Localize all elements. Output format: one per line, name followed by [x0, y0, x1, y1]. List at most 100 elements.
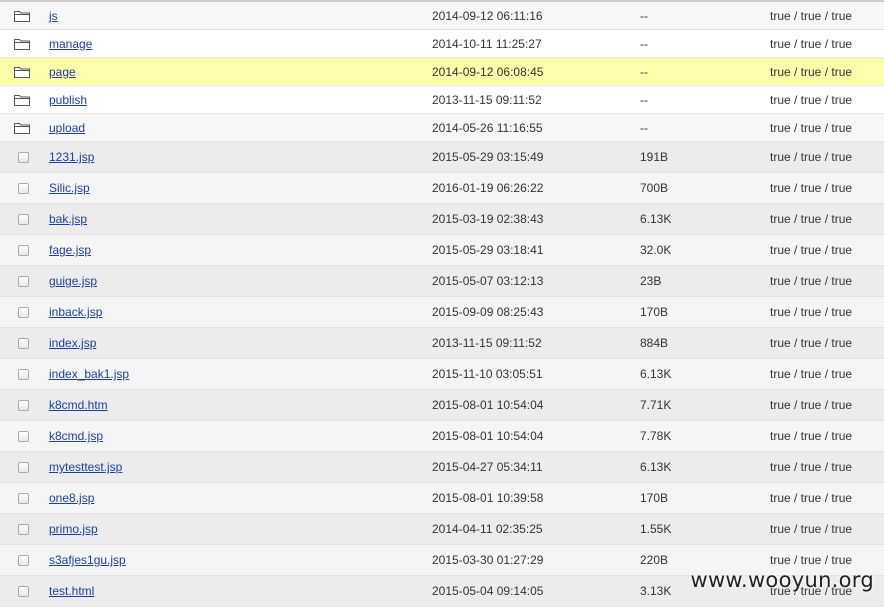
name-cell: manage: [49, 30, 92, 57]
file-link[interactable]: primo.jsp: [49, 522, 98, 536]
folder-row[interactable]: publish 2013-11-15 09:11:52 -- true / true …: [0, 86, 884, 114]
folder-row[interactable]: manage 2014-10-11 11:25:27 -- true / true /…: [0, 30, 884, 58]
checkbox-icon[interactable]: [18, 430, 29, 442]
file-link[interactable]: k8cmd.jsp: [49, 429, 103, 443]
file-row[interactable]: Silic.jsp 2016-01-19 06:26:22 700B true / t…: [0, 173, 884, 204]
file-row[interactable]: inback.jsp 2015-09-09 08:25:43 170B true / …: [0, 297, 884, 328]
modified-time: 2015-03-19 02:38:43: [432, 212, 544, 226]
folder-row[interactable]: js 2014-09-12 06:11:16 -- true / true / tru…: [0, 2, 884, 30]
select-checkbox[interactable]: [14, 173, 34, 203]
file-link[interactable]: Silic.jsp: [49, 181, 90, 195]
name-cell: publish: [49, 86, 87, 113]
permissions: true / true / true: [770, 150, 853, 164]
permissions: true / true / true: [770, 460, 853, 474]
permissions: true / true / true: [770, 398, 853, 412]
select-checkbox[interactable]: [14, 235, 34, 265]
select-checkbox[interactable]: [14, 483, 34, 513]
file-row[interactable]: index.jsp 2013-11-15 09:11:52 884B true / t…: [0, 328, 884, 359]
folder-icon: [14, 86, 34, 113]
file-row[interactable]: one8.jsp 2015-08-01 10:39:58 170B true / tr…: [0, 483, 884, 514]
select-checkbox[interactable]: [14, 576, 34, 606]
name-cell: k8cmd.jsp: [49, 421, 103, 451]
select-checkbox[interactable]: [14, 452, 34, 482]
checkbox-icon[interactable]: [18, 151, 29, 163]
modified-time: 2015-08-01 10:54:04: [432, 429, 544, 443]
checkbox-icon[interactable]: [18, 244, 29, 256]
file-row[interactable]: guige.jsp 2015-05-07 03:12:13 23B true / tr…: [0, 266, 884, 297]
checkbox-icon[interactable]: [18, 306, 29, 318]
select-checkbox[interactable]: [14, 545, 34, 575]
select-checkbox[interactable]: [14, 359, 34, 389]
file-link[interactable]: k8cmd.htm: [49, 398, 108, 412]
file-link[interactable]: one8.jsp: [49, 491, 94, 505]
file-row[interactable]: primo.jsp 2014-04-11 02:35:25 1.55K true / …: [0, 514, 884, 545]
name-cell: 1231.jsp: [49, 142, 94, 172]
checkbox-icon[interactable]: [18, 492, 29, 504]
file-link[interactable]: 1231.jsp: [49, 150, 94, 164]
select-checkbox[interactable]: [14, 390, 34, 420]
permissions: true / true / true: [770, 429, 853, 443]
checkbox-icon[interactable]: [18, 368, 29, 380]
folder-link[interactable]: js: [49, 9, 58, 23]
folder-row[interactable]: page 2014-09-12 06:08:45 -- true / true / t…: [0, 58, 884, 86]
file-row[interactable]: k8cmd.htm 2015-08-01 10:54:04 7.71K true / …: [0, 390, 884, 421]
file-link[interactable]: test.html: [49, 584, 94, 598]
checkbox-icon[interactable]: [18, 554, 29, 566]
checkbox-icon[interactable]: [18, 337, 29, 349]
checkbox-icon[interactable]: [18, 461, 29, 473]
file-row[interactable]: index_bak1.jsp 2015-11-10 03:05:51 6.13K tr…: [0, 359, 884, 390]
folder-link[interactable]: upload: [49, 121, 85, 135]
modified-time: 2015-08-01 10:54:04: [432, 398, 544, 412]
select-checkbox[interactable]: [14, 142, 34, 172]
folder-link[interactable]: publish: [49, 93, 87, 107]
file-row[interactable]: mytesttest.jsp 2015-04-27 05:34:11 6.13K tr…: [0, 452, 884, 483]
select-checkbox[interactable]: [14, 421, 34, 451]
folder-link[interactable]: page: [49, 65, 76, 79]
name-cell: index_bak1.jsp: [49, 359, 129, 389]
file-row[interactable]: 1231.jsp 2015-05-29 03:15:49 191B true / tr…: [0, 142, 884, 173]
name-cell: upload: [49, 114, 85, 141]
modified-time: 2015-08-01 10:39:58: [432, 491, 544, 505]
checkbox-icon[interactable]: [18, 399, 29, 411]
checkbox-icon[interactable]: [18, 523, 29, 535]
modified-time: 2014-04-11 02:35:25: [432, 522, 543, 536]
file-link[interactable]: bak.jsp: [49, 212, 87, 226]
file-link[interactable]: fage.jsp: [49, 243, 91, 257]
file-row[interactable]: bak.jsp 2015-03-19 02:38:43 6.13K true / tr…: [0, 204, 884, 235]
file-size: --: [640, 64, 648, 79]
checkbox-icon[interactable]: [18, 275, 29, 287]
select-checkbox[interactable]: [14, 266, 34, 296]
modified-time: 2015-05-29 03:18:41: [432, 243, 544, 257]
file-size: 7.71K: [640, 398, 672, 412]
folder-icon: [14, 2, 34, 29]
folder-icon: [14, 114, 34, 141]
file-row[interactable]: k8cmd.jsp 2015-08-01 10:54:04 7.78K true / …: [0, 421, 884, 452]
select-checkbox[interactable]: [14, 514, 34, 544]
file-link[interactable]: index.jsp: [49, 336, 96, 350]
file-size: --: [640, 92, 648, 107]
select-checkbox[interactable]: [14, 328, 34, 358]
modified-time: 2014-09-12 06:11:16: [432, 8, 543, 23]
modified-time: 2015-05-04 09:14:05: [432, 584, 544, 598]
file-size: 3.13K: [640, 584, 672, 598]
file-link[interactable]: mytesttest.jsp: [49, 460, 122, 474]
permissions: true / true / true: [770, 36, 853, 51]
checkbox-icon[interactable]: [18, 182, 29, 194]
name-cell: page: [49, 58, 76, 85]
checkbox-icon[interactable]: [18, 585, 29, 597]
file-link[interactable]: guige.jsp: [49, 274, 97, 288]
modified-time: 2013-11-15 09:11:52: [432, 92, 542, 107]
folder-link[interactable]: manage: [49, 37, 92, 51]
modified-time: 2015-05-07 03:12:13: [432, 274, 544, 288]
file-size: 170B: [640, 305, 669, 319]
folder-row[interactable]: upload 2014-05-26 11:16:55 -- true / true /…: [0, 114, 884, 142]
checkbox-icon[interactable]: [18, 213, 29, 225]
file-link[interactable]: s3afjes1gu.jsp: [49, 553, 126, 567]
name-cell: Silic.jsp: [49, 173, 90, 203]
file-size: 220B: [640, 553, 669, 567]
file-link[interactable]: index_bak1.jsp: [49, 367, 129, 381]
file-row[interactable]: fage.jsp 2015-05-29 03:18:41 32.0K true / t…: [0, 235, 884, 266]
select-checkbox[interactable]: [14, 297, 34, 327]
file-link[interactable]: inback.jsp: [49, 305, 102, 319]
select-checkbox[interactable]: [14, 204, 34, 234]
